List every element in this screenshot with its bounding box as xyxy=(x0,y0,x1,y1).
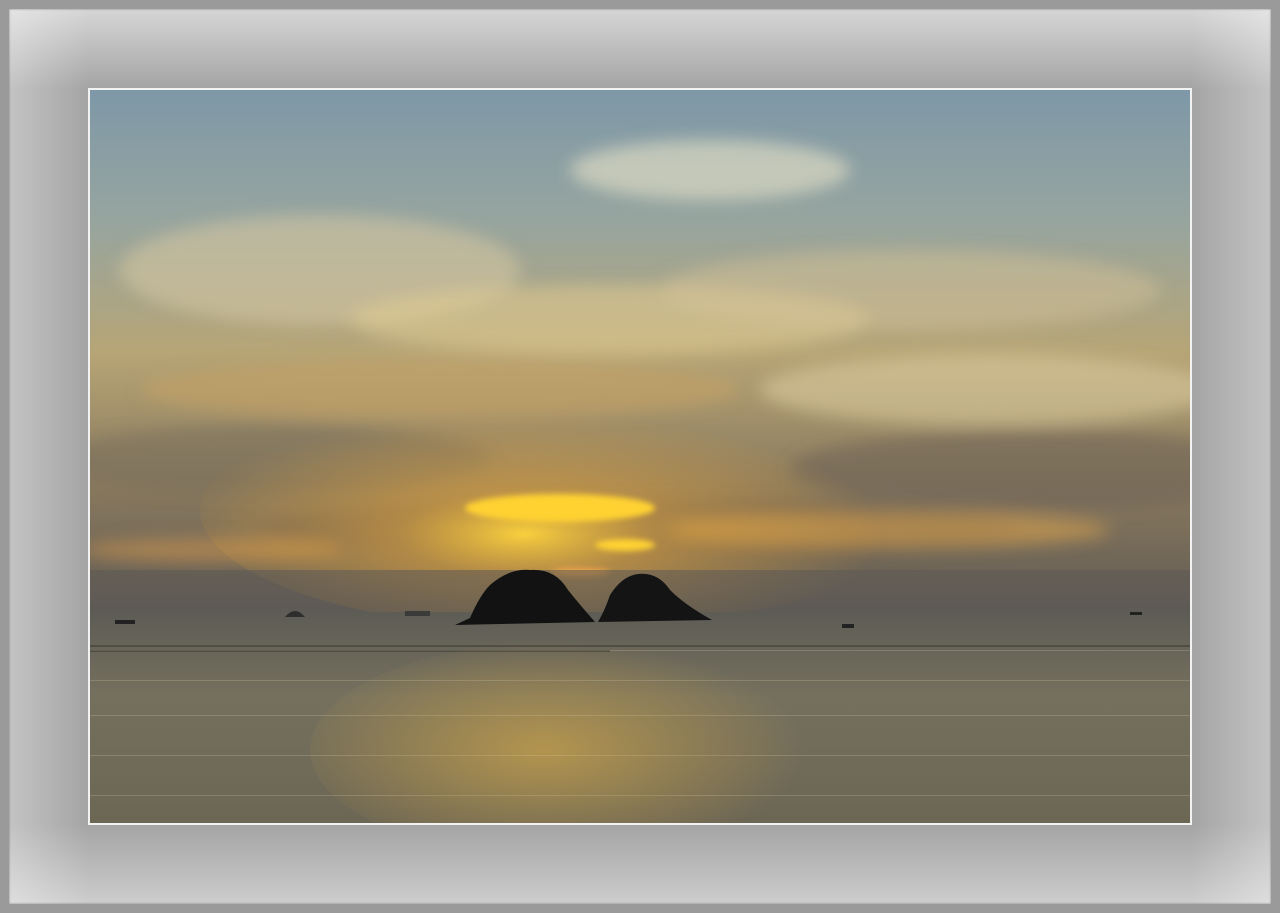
distant-ship xyxy=(405,611,430,616)
boat-right xyxy=(1130,612,1142,615)
sunset-scene-svg xyxy=(90,90,1190,823)
outer-frame xyxy=(0,0,1280,913)
sunset-photo xyxy=(90,90,1190,823)
boat-left xyxy=(115,620,135,624)
boat-middle xyxy=(842,624,854,628)
